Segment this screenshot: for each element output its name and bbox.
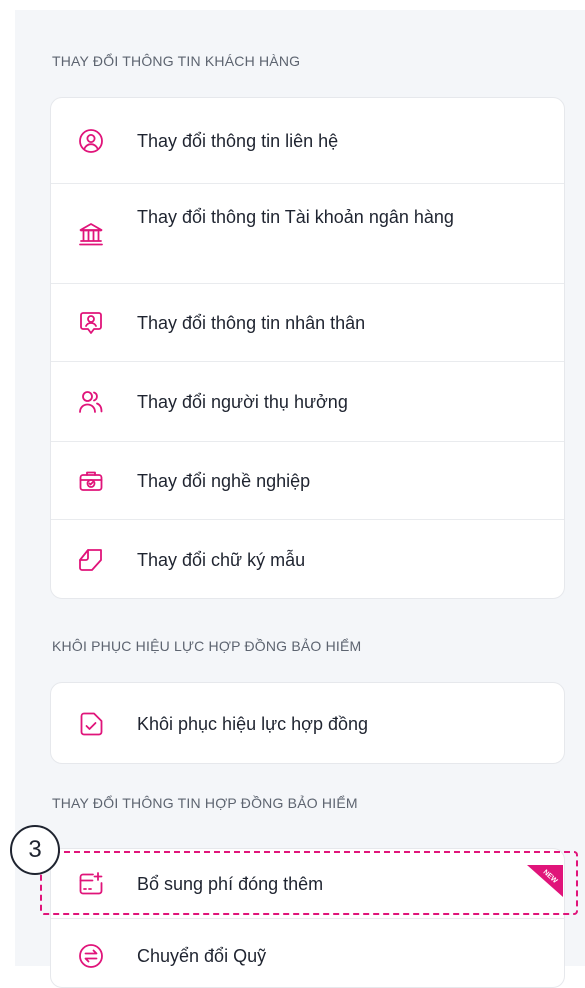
menu-item-label: Thay đổi chữ ký mẫu [137, 550, 306, 570]
menu-item-label: Thay đổi thông tin nhân thân [137, 313, 366, 333]
menu-item-label: Chuyển đổi Quỹ [137, 946, 267, 966]
fund-switch-icon [78, 943, 104, 969]
document-check-icon [78, 711, 104, 737]
menu-item-bank-account[interactable]: Thay đổi thông tin Tài khoản ngân hàng [51, 184, 564, 284]
menu-item-contact-info[interactable]: Thay đổi thông tin liên hệ [51, 98, 564, 184]
menu-item-personal-info[interactable]: Thay đổi thông tin nhân thân [51, 284, 564, 362]
briefcase-icon [78, 468, 104, 494]
customer-info-card: Thay đổi thông tin liên hệ Thay đổi thôn… [50, 97, 565, 599]
menu-item-label: Thay đổi người thụ hưởng [137, 392, 348, 412]
signature-icon [78, 547, 104, 573]
menu-item-fund-switch[interactable]: Chuyển đổi Quỹ [51, 919, 564, 987]
menu-item-label: Thay đổi thông tin Tài khoản ngân hàng [137, 207, 454, 227]
section-title-restore-contract: KHÔI PHỤC HIỆU LỰC HỢP ĐỒNG BẢO HIỂM [52, 638, 362, 654]
section-title-contract-info: THAY ĐỔI THÔNG TIN HỢP ĐỒNG BẢO HIỂM [52, 795, 358, 811]
users-icon [78, 389, 104, 415]
menu-item-signature[interactable]: Thay đổi chữ ký mẫu [51, 520, 564, 598]
id-badge-icon [78, 310, 104, 336]
menu-item-restore-contract[interactable]: Khôi phục hiệu lực hợp đồng [51, 683, 564, 763]
menu-item-label: Thay đổi nghề nghiệp [137, 471, 311, 491]
step-highlight-box [40, 851, 578, 915]
menu-item-label: Khôi phục hiệu lực hợp đồng [137, 714, 369, 734]
restore-contract-card: Khôi phục hiệu lực hợp đồng [50, 682, 565, 764]
bank-icon [78, 221, 104, 247]
menu-item-beneficiary[interactable]: Thay đổi người thụ hưởng [51, 362, 564, 442]
menu-item-label: Thay đổi thông tin liên hệ [137, 131, 339, 151]
menu-item-occupation[interactable]: Thay đổi nghề nghiệp [51, 442, 564, 520]
section-title-customer-info: THAY ĐỔI THÔNG TIN KHÁCH HÀNG [52, 53, 301, 69]
step-number-badge: 3 [10, 825, 60, 875]
user-circle-icon [78, 128, 104, 154]
